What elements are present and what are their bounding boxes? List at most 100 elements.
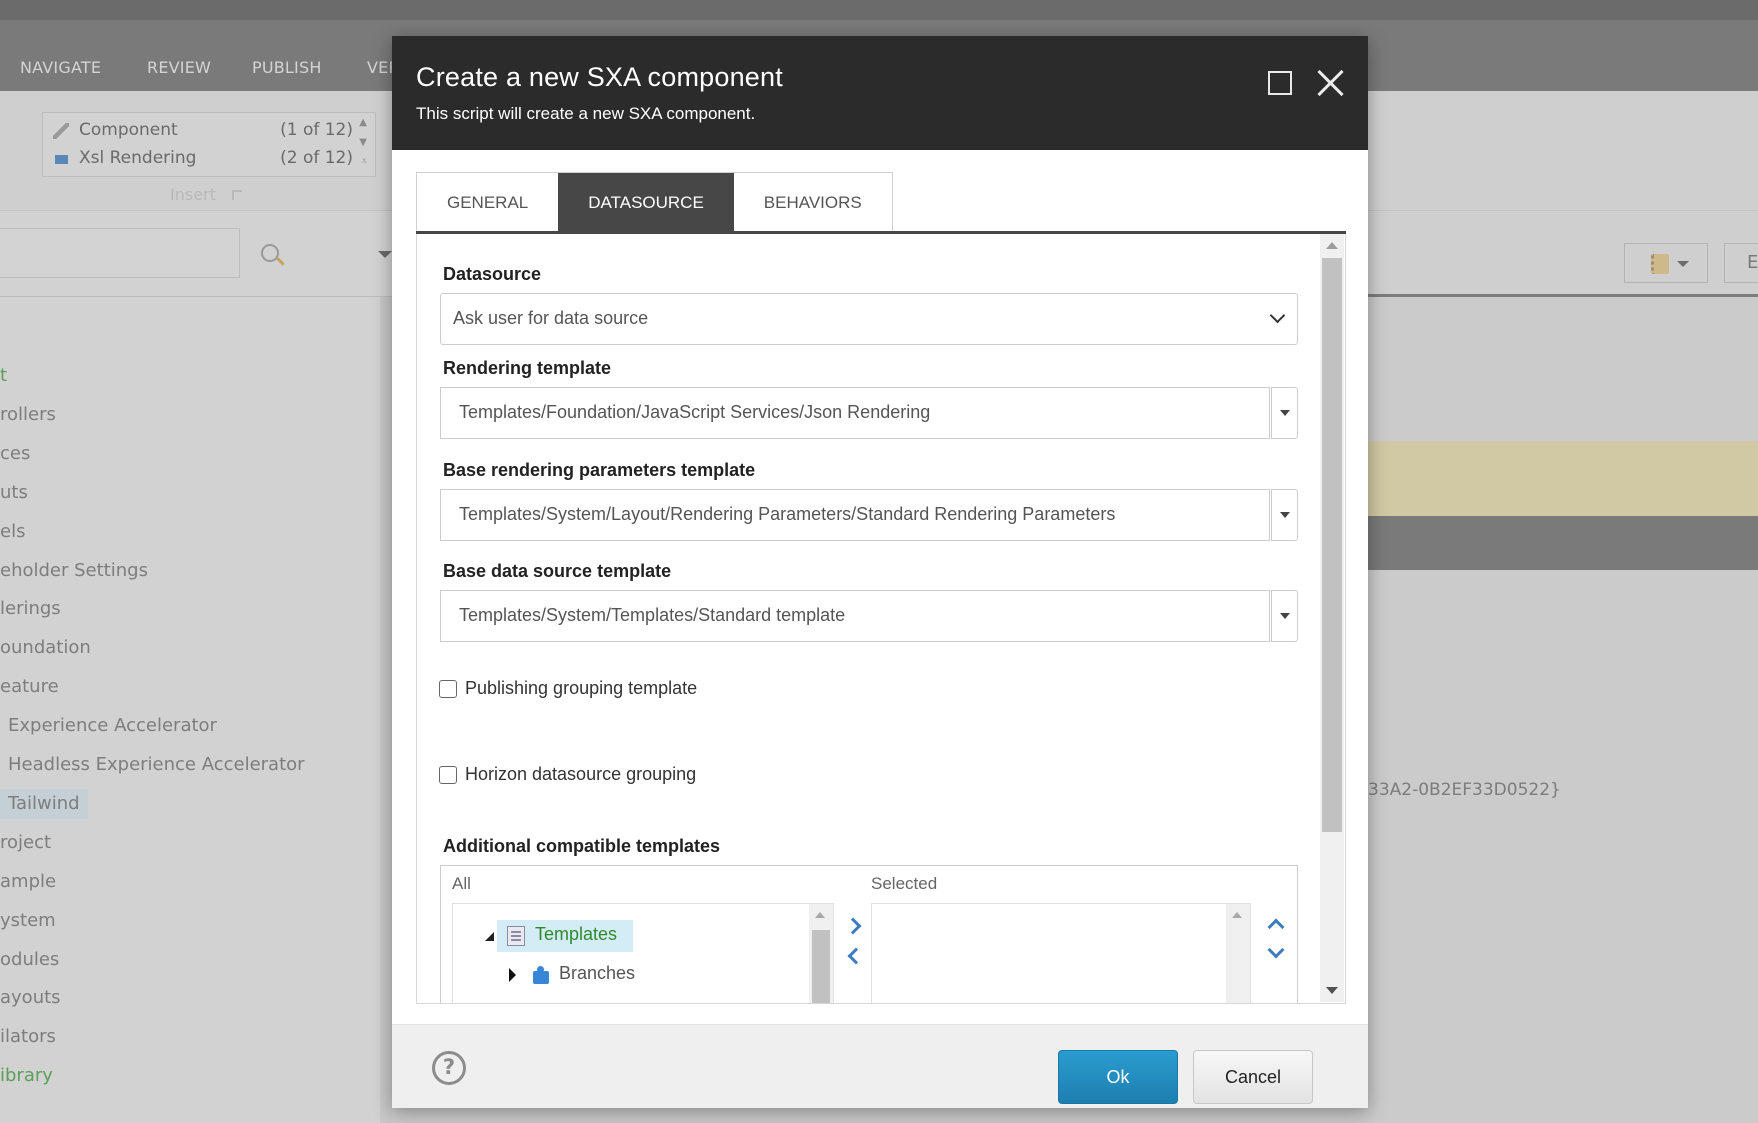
datasource-select[interactable]: Ask user for data source: [440, 293, 1298, 345]
create-sxa-component-dialog: Create a new SXA component This script w…: [392, 36, 1368, 1108]
caret-down-icon: [1280, 410, 1290, 416]
tree-node-branches[interactable]: Branches: [509, 959, 669, 991]
scroll-thumb[interactable]: [1322, 258, 1342, 832]
tree-item[interactable]: ibrary: [0, 1061, 53, 1091]
tab-review[interactable]: REVIEW: [147, 58, 211, 77]
tree-item[interactable]: ilators: [0, 1022, 56, 1052]
tree-item[interactable]: rollers: [0, 400, 56, 430]
close-icon[interactable]: [1316, 68, 1346, 98]
tree-item[interactable]: els: [0, 517, 25, 547]
scroll-up-icon[interactable]: [815, 912, 825, 918]
datasource-select-value: Ask user for data source: [453, 308, 649, 328]
horizon-datasource-grouping-label[interactable]: Horizon datasource grouping: [465, 764, 696, 785]
maximize-icon[interactable]: [1268, 71, 1292, 95]
notebook-icon: [1651, 254, 1669, 274]
gallery-scroll-down-icon[interactable]: ▼: [359, 137, 367, 148]
collapsed-arrow-icon[interactable]: [509, 968, 516, 982]
all-tree-scrollbar[interactable]: [809, 904, 833, 1003]
search-input[interactable]: [0, 228, 240, 278]
insert-group-label: Insert: [170, 185, 216, 204]
rendering-template-dropdown-button[interactable]: [1271, 387, 1298, 439]
tree-item[interactable]: t: [0, 361, 7, 391]
dialog-subtitle: This script will create a new SXA compon…: [416, 104, 756, 123]
ok-button[interactable]: Ok: [1058, 1050, 1178, 1104]
arrow-up-icon[interactable]: [1267, 914, 1283, 932]
cancel-button[interactable]: Cancel: [1193, 1050, 1313, 1104]
dialog-launcher-icon[interactable]: [232, 190, 242, 200]
tree-item[interactable]: eholder Settings: [0, 556, 148, 586]
gallery-item-count: (1 of 12): [280, 120, 353, 140]
base-rendering-parameters-template-combo: Templates/System/Layout/Rendering Parame…: [440, 489, 1298, 541]
tree-item[interactable]: Headless Experience Accelerator: [0, 750, 305, 780]
tree-item[interactable]: lerings: [0, 594, 61, 624]
editor-toolbar-button[interactable]: E: [1724, 243, 1758, 283]
tree-item[interactable]: Tailwind: [0, 788, 88, 819]
pane-splitter[interactable]: [380, 297, 392, 1123]
horizon-datasource-grouping-checkbox[interactable]: [439, 766, 457, 784]
base-rendering-parameters-template-dropdown-button[interactable]: [1271, 489, 1298, 541]
tab-navigate[interactable]: NAVIGATE: [20, 58, 101, 77]
all-templates-tree[interactable]: Templates Branches: [452, 903, 834, 1003]
expanded-arrow-icon[interactable]: [485, 932, 494, 941]
gallery-item-label: Xsl Rendering: [79, 148, 197, 168]
gallery-scroll-up-icon[interactable]: ▲: [359, 117, 367, 128]
base-data-source-template-dropdown-button[interactable]: [1271, 590, 1298, 642]
tree-node-label: Branches: [559, 963, 636, 983]
tab-publish[interactable]: PUBLISH: [252, 58, 322, 77]
tree-node-templates[interactable]: Templates: [485, 920, 645, 952]
browser-top-strip: [0, 0, 1758, 20]
tree-item[interactable]: roject: [0, 828, 51, 858]
gallery-expand-icon[interactable]: ⩡: [361, 156, 367, 167]
help-icon[interactable]: ?: [432, 1051, 466, 1085]
wand-icon: [53, 123, 69, 139]
tab-behaviors[interactable]: BEHAVIORS: [733, 173, 892, 232]
scroll-thumb[interactable]: [812, 930, 830, 1003]
search-icon[interactable]: [261, 244, 279, 262]
arrow-left-icon[interactable]: [845, 946, 861, 964]
tab-general[interactable]: GENERAL: [417, 173, 559, 232]
dialog-title: Create a new SXA component: [416, 62, 783, 92]
base-rendering-parameters-template-field[interactable]: Templates/System/Layout/Rendering Parame…: [440, 489, 1270, 541]
selected-list-scrollbar[interactable]: [1226, 904, 1250, 1003]
tab-datasource[interactable]: DATASOURCE: [558, 173, 734, 232]
selected-templates-list[interactable]: [871, 903, 1251, 1003]
base-data-source-template-combo: Templates/System/Templates/Standard temp…: [440, 590, 1298, 642]
base-rendering-parameters-template-value: Templates/System/Layout/Rendering Parame…: [459, 504, 1116, 524]
base-data-source-template-label: Base data source template: [443, 561, 672, 581]
caret-down-icon: [1280, 512, 1290, 518]
gallery-item-component[interactable]: Component (1 of 12): [53, 118, 353, 144]
tree-item[interactable]: ces: [0, 439, 30, 469]
insert-gallery: Component (1 of 12) Xsl Rendering (2 of …: [42, 112, 376, 177]
gallery-item-xsl-rendering[interactable]: Xsl Rendering (2 of 12): [53, 146, 353, 172]
publishing-grouping-template-checkbox[interactable]: [439, 680, 457, 698]
scroll-down-icon[interactable]: [1326, 987, 1338, 994]
tree-item[interactable]: eature: [0, 672, 59, 702]
scroll-up-icon[interactable]: [1232, 912, 1242, 918]
notebook-dropdown-button[interactable]: [1624, 243, 1708, 283]
content-scrollbar[interactable]: [1320, 234, 1344, 1002]
item-id-text: 33A2-0B2EF33D0522}: [1368, 780, 1561, 800]
tree-item[interactable]: uts: [0, 478, 28, 508]
publishing-grouping-template-label[interactable]: Publishing grouping template: [465, 678, 697, 699]
content-tree-search: [0, 211, 392, 297]
arrow-down-icon[interactable]: [1267, 944, 1283, 962]
tree-item[interactable]: oundation: [0, 633, 91, 663]
tree-item[interactable]: odules: [0, 945, 59, 975]
tree-item[interactable]: Experience Accelerator: [0, 711, 217, 741]
branches-icon: [531, 965, 551, 985]
scroll-up-icon[interactable]: [1326, 242, 1338, 249]
tree-item[interactable]: ystem: [0, 906, 56, 936]
datasource-tab-panel: Datasource Ask user for data source Rend…: [416, 234, 1346, 1004]
all-caption: All: [452, 874, 471, 893]
base-data-source-template-field[interactable]: Templates/System/Templates/Standard temp…: [440, 590, 1270, 642]
tree-node-label: Templates: [535, 924, 618, 944]
tree-item[interactable]: ayouts: [0, 983, 61, 1013]
dialog-tabs: GENERAL DATASOURCE BEHAVIORS: [416, 172, 893, 232]
tree-item[interactable]: ample: [0, 867, 56, 897]
arrow-right-icon[interactable]: [847, 916, 863, 934]
rendering-template-field[interactable]: Templates/Foundation/JavaScript Services…: [440, 387, 1270, 439]
search-options-dropdown-icon[interactable]: [378, 251, 392, 258]
datasource-label: Datasource: [443, 264, 542, 284]
rendering-template-value: Templates/Foundation/JavaScript Services…: [459, 402, 931, 422]
rendering-template-label: Rendering template: [443, 358, 612, 378]
